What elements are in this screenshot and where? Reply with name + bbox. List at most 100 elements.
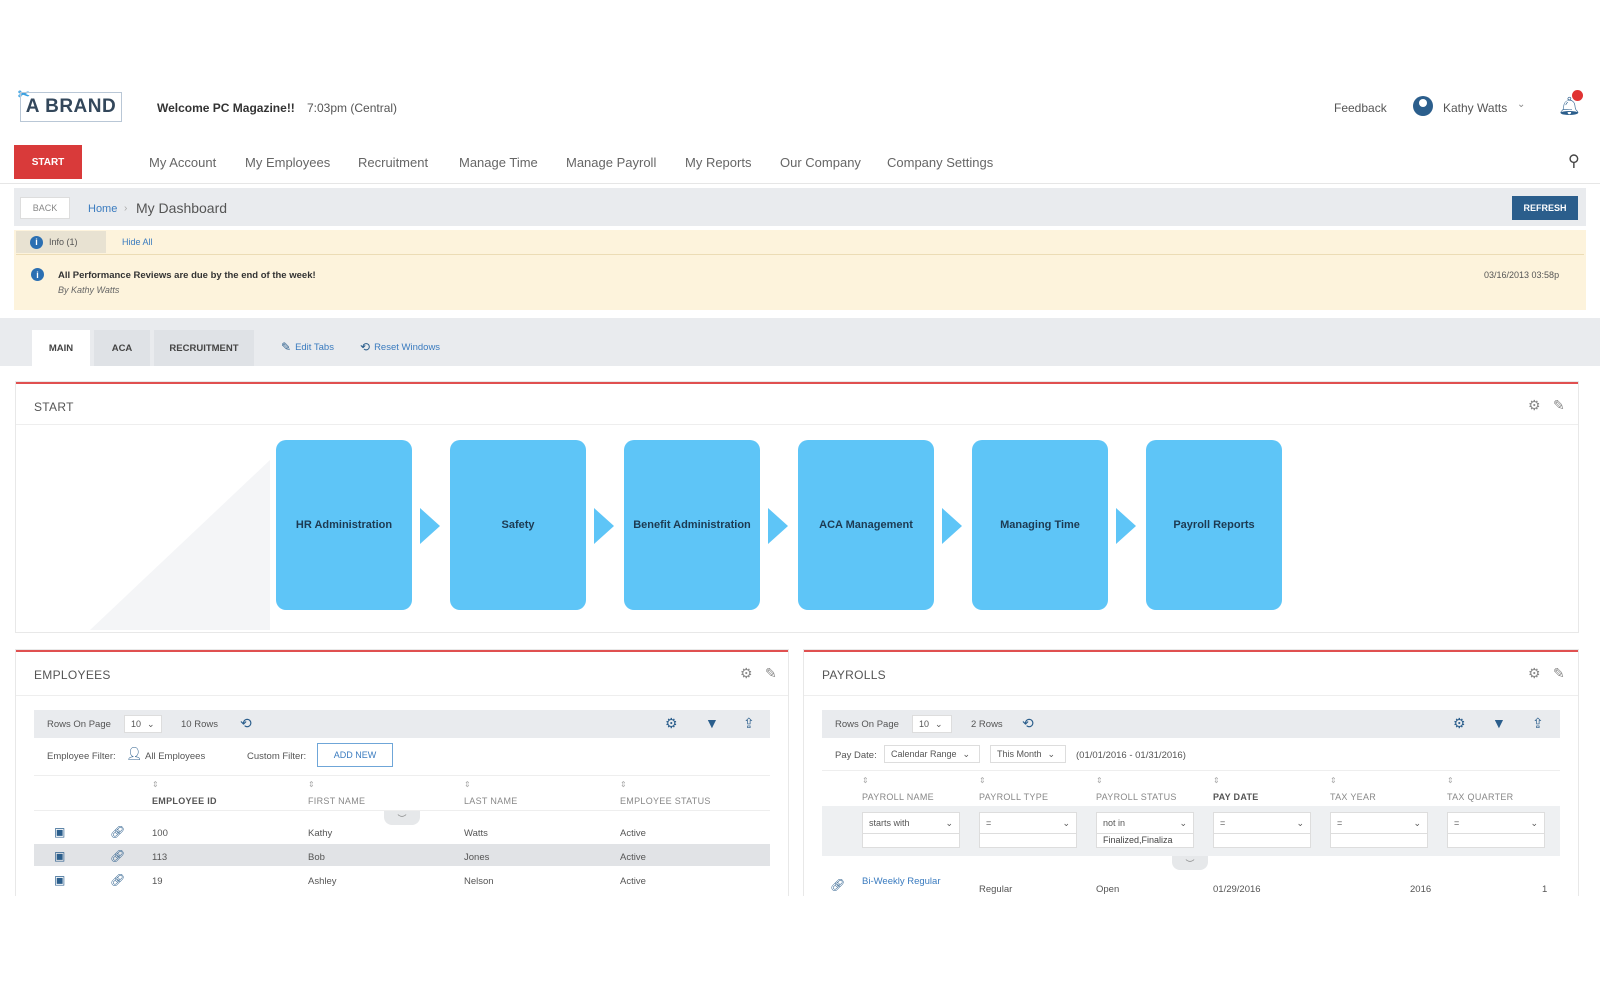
cell-payroll-name[interactable]: Bi-Weekly Regular: [862, 876, 941, 887]
nav-item-company-settings[interactable]: Company Settings: [887, 155, 993, 170]
start-button[interactable]: START: [14, 145, 82, 179]
col-payroll-type[interactable]: PAYROLL TYPE: [979, 792, 1048, 802]
table-row[interactable]: [34, 844, 770, 866]
edit-tabs-link[interactable]: ✎ Edit Tabs: [281, 340, 334, 354]
chevron-down-icon[interactable]: ⌄: [1517, 99, 1525, 110]
profile-card-icon[interactable]: ▣: [54, 873, 65, 887]
payroll-status-filter-input[interactable]: Finalized,Finaliza: [1096, 834, 1194, 848]
payroll-status-filter-op[interactable]: not in ⌄: [1096, 812, 1194, 834]
gear-icon[interactable]: ⚙: [1528, 397, 1541, 414]
gear-icon[interactable]: ⚙: [1453, 715, 1466, 732]
filter-icon[interactable]: ▼: [705, 715, 719, 731]
tab-recruitment[interactable]: RECRUITMENT: [154, 330, 254, 366]
pay-date-filter-op[interactable]: = ⌄: [1213, 812, 1311, 834]
user-avatar-icon[interactable]: [1413, 96, 1433, 116]
filter-icon[interactable]: ▼: [1492, 715, 1506, 731]
refresh-icon[interactable]: ⟲: [240, 715, 252, 732]
link-icon[interactable]: 🔗︎: [830, 878, 845, 892]
nav-item-manage-time[interactable]: Manage Time: [459, 155, 538, 170]
col-first-name[interactable]: FIRST NAME: [308, 796, 365, 806]
link-icon[interactable]: 🔗︎: [110, 873, 125, 887]
col-payroll-status[interactable]: PAYROLL STATUS: [1096, 792, 1177, 802]
info-tab[interactable]: i Info (1): [16, 231, 106, 253]
payroll-name-filter-input[interactable]: [862, 834, 960, 848]
row-count: 10 Rows: [181, 719, 218, 730]
sort-icon[interactable]: ⇕: [862, 776, 869, 785]
cell-payroll-status: Open: [1096, 884, 1120, 895]
sort-icon[interactable]: ⇕: [1330, 776, 1337, 785]
col-employee-status[interactable]: EMPLOYEE STATUS: [620, 796, 711, 806]
pay-date-range-select[interactable]: This Month ⌄: [990, 745, 1066, 763]
link-icon[interactable]: 🔗︎: [110, 825, 125, 839]
col-payroll-name[interactable]: PAYROLL NAME: [862, 792, 934, 802]
export-icon[interactable]: ⇪: [743, 715, 755, 732]
gear-icon[interactable]: ⚙: [665, 715, 678, 732]
sort-icon[interactable]: ⇕: [1213, 776, 1220, 785]
profile-card-icon[interactable]: ▣: [54, 849, 65, 863]
nav-item-my-account[interactable]: My Account: [149, 155, 216, 170]
sort-icon[interactable]: ⇕: [620, 780, 627, 789]
table-row[interactable]: [34, 820, 770, 842]
nav-item-my-reports[interactable]: My Reports: [685, 155, 751, 170]
edit-icon[interactable]: ✎: [765, 665, 777, 682]
col-tax-quarter[interactable]: TAX QUARTER: [1447, 792, 1513, 802]
gear-icon[interactable]: ⚙: [1528, 665, 1541, 682]
nav-item-my-employees[interactable]: My Employees: [245, 155, 330, 170]
payroll-type-filter-op[interactable]: = ⌄: [979, 812, 1077, 834]
refresh-button[interactable]: REFRESH: [1512, 196, 1578, 220]
nav-item-recruitment[interactable]: Recruitment: [358, 155, 428, 170]
back-button[interactable]: BACK: [20, 197, 70, 219]
collapse-filter-icon[interactable]: ︶: [1172, 856, 1208, 870]
step-aca-management[interactable]: ACA Management: [798, 440, 934, 610]
tax-year-filter-op[interactable]: = ⌄: [1330, 812, 1428, 834]
tab-aca[interactable]: ACA: [94, 330, 150, 366]
sort-icon[interactable]: ⇕: [1096, 776, 1103, 785]
payroll-name-filter-op[interactable]: starts with ⌄: [862, 812, 960, 834]
sort-icon[interactable]: ⇕: [464, 780, 471, 789]
pay-date-filter-input[interactable]: [1213, 834, 1311, 848]
rows-on-page-select[interactable]: 10 ⌄: [912, 715, 952, 733]
step-managing-time[interactable]: Managing Time: [972, 440, 1108, 610]
pay-date-range-type-select[interactable]: Calendar Range ⌄: [884, 745, 980, 763]
feedback-link[interactable]: Feedback: [1334, 101, 1387, 115]
breadcrumb-home[interactable]: Home: [88, 203, 117, 215]
table-row[interactable]: [34, 868, 770, 890]
link-icon[interactable]: 🔗︎: [110, 849, 125, 863]
step-safety[interactable]: Safety: [450, 440, 586, 610]
sort-icon[interactable]: ⇕: [979, 776, 986, 785]
edit-icon[interactable]: ✎: [1553, 665, 1565, 682]
col-employee-id[interactable]: EMPLOYEE ID: [152, 796, 217, 806]
tax-quarter-filter-op[interactable]: = ⌄: [1447, 812, 1545, 834]
reset-icon: ⟲: [360, 340, 371, 354]
hide-all-link[interactable]: Hide All: [122, 237, 153, 247]
current-time: 7:03pm (Central): [307, 101, 398, 115]
reset-windows-link[interactable]: ⟲ Reset Windows: [360, 340, 440, 354]
profile-card-icon[interactable]: ▣: [54, 825, 65, 839]
col-pay-date[interactable]: PAY DATE: [1213, 792, 1259, 802]
gear-icon[interactable]: ⚙: [740, 665, 753, 682]
step-benefit-administration[interactable]: Benefit Administration: [624, 440, 760, 610]
refresh-icon[interactable]: ⟲: [1022, 715, 1034, 732]
tab-main[interactable]: MAIN: [32, 330, 90, 366]
payroll-type-filter-input[interactable]: [979, 834, 1077, 848]
search-icon[interactable]: ⚲: [1568, 151, 1580, 171]
col-last-name[interactable]: LAST NAME: [464, 796, 518, 806]
step-hr-administration[interactable]: HR Administration: [276, 440, 412, 610]
add-new-button[interactable]: ADD NEW: [317, 743, 393, 767]
employee-filter-value[interactable]: All Employees: [145, 751, 205, 762]
sort-icon[interactable]: ⇕: [152, 780, 159, 789]
user-menu[interactable]: Kathy Watts: [1443, 101, 1507, 115]
tax-year-filter-input[interactable]: [1330, 834, 1428, 848]
col-tax-year[interactable]: TAX YEAR: [1330, 792, 1376, 802]
rows-on-page-select[interactable]: 10 ⌄: [124, 715, 162, 733]
sort-icon[interactable]: ⇕: [1447, 776, 1454, 785]
export-icon[interactable]: ⇪: [1532, 715, 1544, 732]
brand-logo[interactable]: A BRAND: [20, 92, 122, 122]
step-payroll-reports[interactable]: Payroll Reports: [1146, 440, 1282, 610]
sort-icon[interactable]: ⇕: [308, 780, 315, 789]
edit-icon[interactable]: ✎: [1553, 397, 1565, 414]
chevron-down-icon: ⌄: [147, 718, 155, 729]
nav-item-manage-payroll[interactable]: Manage Payroll: [566, 155, 656, 170]
tax-quarter-filter-input[interactable]: [1447, 834, 1545, 848]
nav-item-our-company[interactable]: Our Company: [780, 155, 861, 170]
